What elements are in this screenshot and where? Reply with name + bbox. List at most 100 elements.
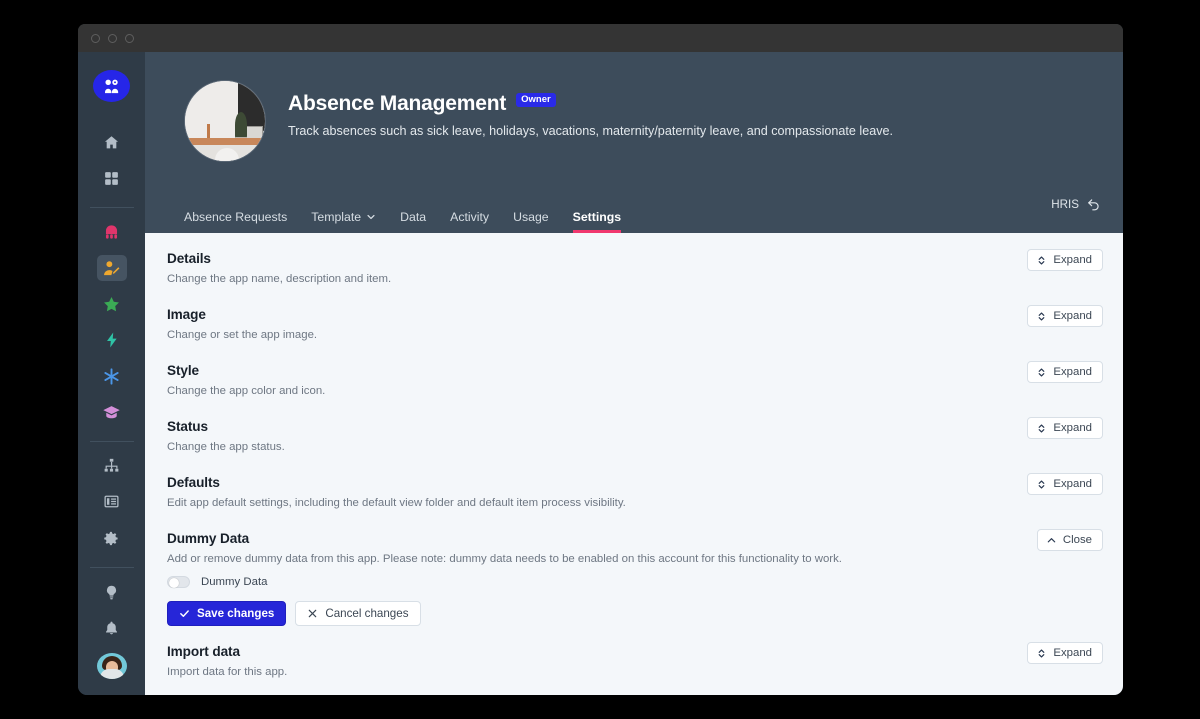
row-description: Change the app status. bbox=[167, 441, 285, 453]
page-title: Absence Management bbox=[288, 92, 507, 115]
owner-badge: Owner bbox=[516, 92, 556, 108]
sidebar bbox=[78, 52, 145, 695]
dummy-data-toggle-label: Dummy Data bbox=[201, 576, 268, 588]
save-changes-button[interactable]: Save changes bbox=[167, 601, 287, 626]
row-description: Change the app name, description and ite… bbox=[167, 273, 392, 285]
row-description: Change the app color and icon. bbox=[167, 385, 326, 397]
dummy-data-toggle-row: Dummy Data bbox=[167, 576, 1037, 588]
expand-label: Expand bbox=[1053, 366, 1092, 378]
tab-label: Settings bbox=[572, 210, 622, 224]
row-description: Edit app default settings, including the… bbox=[167, 497, 626, 509]
row-title: Status bbox=[167, 419, 208, 434]
chevron-down-icon bbox=[366, 212, 376, 222]
user-avatar[interactable] bbox=[96, 652, 127, 679]
sidebar-item-home[interactable] bbox=[97, 129, 127, 155]
expand-button-defaults[interactable]: Expand bbox=[1027, 473, 1103, 495]
settings-row-image: Image Change or set the app image. Expan… bbox=[145, 289, 1123, 345]
expand-button-image[interactable]: Expand bbox=[1027, 305, 1103, 327]
undo-icon[interactable] bbox=[1087, 197, 1101, 211]
expand-button-import-data[interactable]: Expand bbox=[1027, 642, 1103, 664]
app-image[interactable] bbox=[184, 80, 266, 162]
expand-label: Expand bbox=[1053, 647, 1092, 659]
row-title: Image bbox=[167, 307, 206, 322]
tab-label: Activity bbox=[450, 210, 490, 224]
check-icon bbox=[179, 608, 190, 619]
expand-label: Expand bbox=[1053, 478, 1092, 490]
tab-label: Data bbox=[400, 210, 427, 224]
row-title: Style bbox=[167, 363, 199, 378]
tab-label: Usage bbox=[513, 210, 549, 224]
hris-label: HRIS bbox=[1051, 197, 1079, 211]
dummy-data-panel: Dummy Data Save changes Cancel changes bbox=[167, 565, 1037, 626]
expand-button-status[interactable]: Expand bbox=[1027, 417, 1103, 439]
tab-template[interactable]: Template bbox=[311, 210, 376, 233]
hris-back-control[interactable]: HRIS bbox=[1051, 197, 1101, 211]
settings-row-dummy-data: Dummy Data Add or remove dummy data from… bbox=[145, 513, 1123, 626]
tab-label: Absence Requests bbox=[184, 210, 288, 224]
cancel-changes-label: Cancel changes bbox=[325, 607, 409, 620]
close-button-dummy-data[interactable]: Close bbox=[1036, 529, 1103, 551]
sidebar-item-performance[interactable] bbox=[97, 291, 127, 317]
sidebar-item-notifications[interactable] bbox=[97, 616, 127, 642]
app-tabs: Absence Requests Template Data Activity bbox=[184, 210, 1123, 233]
sidebar-divider bbox=[89, 441, 134, 442]
window-close-button[interactable] bbox=[91, 33, 100, 43]
cancel-changes-button[interactable]: Cancel changes bbox=[295, 601, 421, 626]
sidebar-item-reports[interactable] bbox=[97, 489, 127, 515]
sidebar-item-onboarding[interactable] bbox=[97, 219, 127, 245]
sidebar-divider bbox=[89, 567, 134, 568]
chevron-up-down-icon bbox=[1036, 423, 1047, 434]
sidebar-item-apps[interactable] bbox=[97, 165, 127, 191]
chevron-up-icon bbox=[1046, 535, 1057, 546]
tab-activity[interactable]: Activity bbox=[450, 210, 489, 233]
window-titlebar bbox=[78, 24, 1123, 52]
sidebar-item-learning[interactable] bbox=[97, 399, 127, 425]
chevron-up-down-icon bbox=[1036, 311, 1047, 322]
chevron-up-down-icon bbox=[1036, 479, 1047, 490]
sidebar-item-benefits[interactable] bbox=[97, 363, 127, 389]
close-icon bbox=[307, 608, 318, 619]
sidebar-item-org-chart[interactable] bbox=[97, 453, 127, 479]
sidebar-divider bbox=[89, 207, 134, 208]
people-logo-icon[interactable] bbox=[93, 70, 130, 103]
sidebar-item-ideas[interactable] bbox=[97, 580, 127, 606]
sidebar-item-absence-management[interactable] bbox=[96, 255, 127, 282]
sidebar-item-workflows[interactable] bbox=[97, 327, 127, 353]
settings-row-export-pdf: Export data to PDF Export all items as s… bbox=[145, 682, 1123, 695]
settings-row-import-data: Import data Import data for this app. Ex… bbox=[145, 626, 1123, 682]
chevron-up-down-icon bbox=[1036, 367, 1047, 378]
window-minimize-button[interactable] bbox=[108, 33, 117, 43]
tab-usage[interactable]: Usage bbox=[513, 210, 549, 233]
expand-button-details[interactable]: Expand bbox=[1027, 249, 1103, 271]
dummy-data-actions: Save changes Cancel changes bbox=[167, 601, 1037, 626]
row-description: Import data for this app. bbox=[167, 666, 288, 678]
settings-content: Details Change the app name, description… bbox=[145, 233, 1123, 695]
expand-label: Expand bbox=[1053, 422, 1092, 434]
row-title: Defaults bbox=[167, 475, 220, 490]
close-label: Close bbox=[1062, 534, 1092, 546]
row-title: Dummy Data bbox=[167, 531, 250, 546]
chevron-up-down-icon bbox=[1036, 255, 1047, 266]
row-description: Add or remove dummy data from this app. … bbox=[167, 553, 842, 565]
row-title: Details bbox=[167, 251, 211, 266]
tab-data[interactable]: Data bbox=[400, 210, 426, 233]
app-header: Absence Management Owner Track absences … bbox=[145, 52, 1123, 233]
app-description: Track absences such as sick leave, holid… bbox=[288, 124, 894, 138]
row-description: Change or set the app image. bbox=[167, 329, 318, 341]
expand-label: Expand bbox=[1053, 310, 1092, 322]
tab-absence-requests[interactable]: Absence Requests bbox=[184, 210, 287, 233]
expand-button-style[interactable]: Expand bbox=[1027, 361, 1103, 383]
settings-row-style: Style Change the app color and icon. Exp… bbox=[145, 345, 1123, 401]
settings-row-details: Details Change the app name, description… bbox=[145, 233, 1123, 289]
expand-label: Expand bbox=[1053, 254, 1092, 266]
tab-settings[interactable]: Settings bbox=[572, 210, 622, 233]
window-maximize-button[interactable] bbox=[125, 33, 134, 43]
save-changes-label: Save changes bbox=[197, 607, 275, 620]
settings-row-status: Status Change the app status. Expand bbox=[145, 401, 1123, 457]
tab-label: Template bbox=[311, 210, 362, 224]
settings-row-defaults: Defaults Edit app default settings, incl… bbox=[145, 457, 1123, 513]
dummy-data-toggle[interactable] bbox=[167, 576, 190, 588]
chevron-up-down-icon bbox=[1036, 648, 1047, 659]
sidebar-item-settings[interactable] bbox=[97, 525, 127, 551]
app-window: Absence Management Owner Track absences … bbox=[78, 24, 1123, 695]
